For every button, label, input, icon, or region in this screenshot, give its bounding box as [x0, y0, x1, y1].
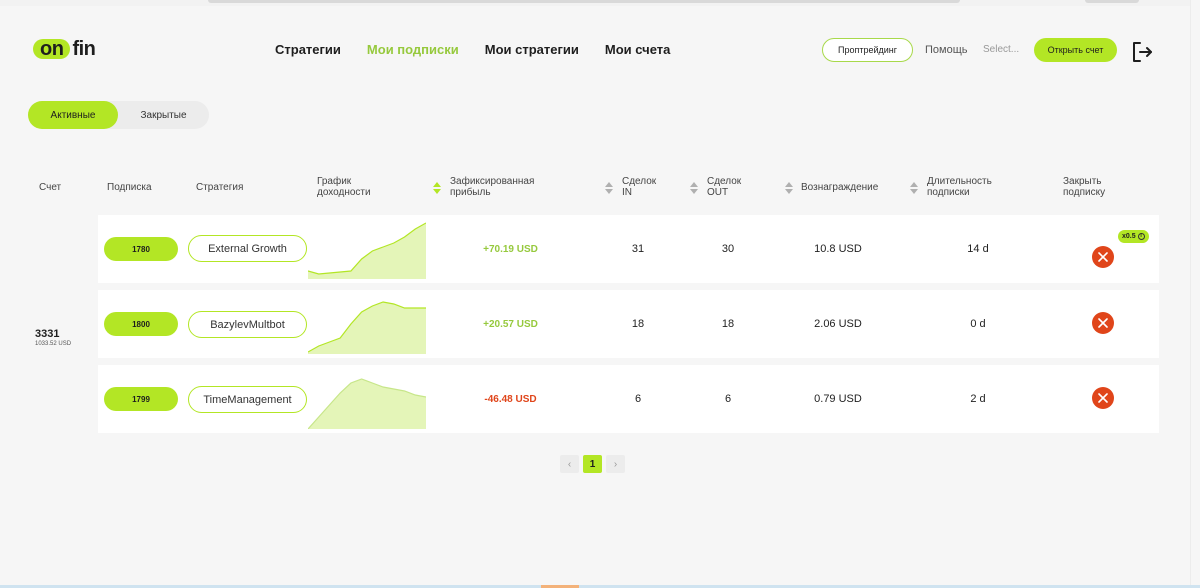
deals-in: 31	[631, 243, 645, 255]
duration: 2 d	[970, 393, 986, 405]
col-profit-line1: Зафиксированная	[450, 176, 535, 187]
col-deals-in: Сделок IN	[622, 176, 656, 198]
table-row: 1799 TimeManagement -46.48 USD 6 6 0.79 …	[98, 365, 1159, 433]
col-profit: Зафиксированная прибыль	[450, 176, 534, 198]
subscription-pill[interactable]: 1800	[104, 312, 178, 336]
help-link[interactable]: Помощь	[925, 44, 968, 56]
reward: 2.06 USD	[814, 318, 862, 330]
col-close-line1: Закрыть	[1063, 176, 1102, 187]
status-tabs: Активные Закрытые	[28, 101, 209, 129]
sort-reward-icon[interactable]	[785, 182, 793, 194]
multiplier-badge[interactable]: x0.5 i	[1118, 230, 1149, 243]
profit-sparkline	[308, 378, 426, 429]
duration: 14 d	[967, 243, 989, 255]
tab-active[interactable]: Активные	[28, 101, 118, 129]
col-close: Закрыть подписку	[1063, 176, 1105, 198]
profit-sparkline	[308, 222, 426, 279]
strategy-pill[interactable]: External Growth	[188, 235, 307, 262]
close-subscription-button[interactable]	[1092, 312, 1114, 334]
nav-my-strategies[interactable]: Мои стратегии	[485, 42, 579, 57]
col-deals-in-line1: Сделок	[622, 176, 657, 187]
logo[interactable]: on fin	[33, 37, 96, 61]
info-icon: i	[1137, 233, 1145, 240]
table-row: 1800 BazylevMultbot +20.57 USD 18 18 2.0…	[98, 290, 1159, 358]
col-duration-line1: Длительность	[927, 176, 992, 187]
browser-top-strip	[0, 0, 1200, 6]
tab-closed[interactable]: Закрытые	[118, 101, 209, 129]
fixed-profit: +70.19 USD	[483, 244, 538, 255]
account-cell[interactable]: 3331 1033.52 USD	[35, 328, 71, 347]
logo-on: on	[33, 38, 71, 60]
sparkline-area	[308, 302, 426, 354]
profit-sparkline	[308, 301, 426, 354]
col-deals-out: Сделок OUT	[707, 176, 741, 198]
col-close-line2: подписку	[1063, 187, 1106, 198]
nav-strategies[interactable]: Стратегии	[275, 42, 341, 57]
open-account-button[interactable]: Открыть счет	[1034, 38, 1117, 62]
close-icon	[1098, 318, 1108, 328]
fixed-profit: -46.48 USD	[484, 394, 537, 405]
account-select[interactable]: Select...	[983, 44, 1019, 55]
table-row: 1780 External Growth +70.19 USD 31 30 10…	[98, 215, 1159, 283]
deals-out: 6	[724, 393, 732, 405]
page-number[interactable]: 1	[583, 455, 602, 473]
nav-my-accounts[interactable]: Мои счета	[605, 42, 670, 57]
main-nav: Стратегии Мои подписки Мои стратегии Мои…	[275, 42, 670, 57]
col-deals-in-line2: IN	[622, 187, 632, 198]
reward: 0.79 USD	[814, 393, 862, 405]
sort-profit-icon[interactable]	[433, 182, 441, 194]
col-chart: График доходности	[317, 176, 371, 198]
deals-out: 30	[721, 243, 735, 255]
scrollbar[interactable]	[1190, 0, 1200, 588]
col-subscription: Подписка	[107, 182, 152, 193]
duration: 0 d	[970, 318, 986, 330]
deals-out: 18	[721, 318, 735, 330]
close-icon	[1098, 393, 1108, 403]
chevron-right-icon[interactable]: ›	[606, 455, 625, 473]
col-duration: Длительность подписки	[927, 176, 992, 198]
sort-duration-icon[interactable]	[910, 182, 918, 194]
proptrading-button[interactable]: Проптрейдинг	[822, 38, 913, 62]
strategy-pill[interactable]: BazylevMultbot	[188, 311, 307, 338]
close-subscription-button[interactable]	[1092, 387, 1114, 409]
nav-my-subscriptions[interactable]: Мои подписки	[367, 42, 459, 57]
col-chart-line1: График	[317, 176, 352, 187]
col-reward: Вознаграждение	[801, 182, 879, 193]
close-subscription-button[interactable]	[1092, 246, 1114, 268]
sort-deals-in-icon[interactable]	[605, 182, 613, 194]
logout-icon[interactable]	[1130, 40, 1154, 64]
col-duration-line2: подписки	[927, 187, 970, 198]
fixed-profit: +20.57 USD	[483, 319, 538, 330]
reward: 10.8 USD	[814, 243, 862, 255]
col-profit-line2: прибыль	[450, 187, 491, 198]
strategy-pill[interactable]: TimeManagement	[188, 386, 307, 413]
sparkline-area	[308, 223, 426, 279]
account-number: 3331	[35, 328, 60, 340]
col-chart-line2: доходности	[317, 187, 371, 198]
chevron-left-icon[interactable]: ‹	[560, 455, 579, 473]
pagination: ‹ 1 ›	[560, 455, 625, 473]
subscription-pill[interactable]: 1780	[104, 237, 178, 261]
logo-fin: fin	[72, 37, 96, 60]
col-strategy: Стратегия	[196, 182, 244, 193]
deals-in: 6	[634, 393, 642, 405]
account-balance: 1033.52 USD	[35, 341, 72, 347]
col-account: Счет	[39, 182, 62, 193]
col-deals-out-line2: OUT	[707, 187, 729, 198]
deals-in: 18	[631, 318, 645, 330]
close-icon	[1098, 252, 1108, 262]
sort-deals-out-icon[interactable]	[690, 182, 698, 194]
col-deals-out-line1: Сделок	[707, 176, 742, 187]
sparkline-area	[308, 379, 426, 429]
multiplier-value: x0.5	[1122, 233, 1136, 240]
subscription-pill[interactable]: 1799	[104, 387, 178, 411]
